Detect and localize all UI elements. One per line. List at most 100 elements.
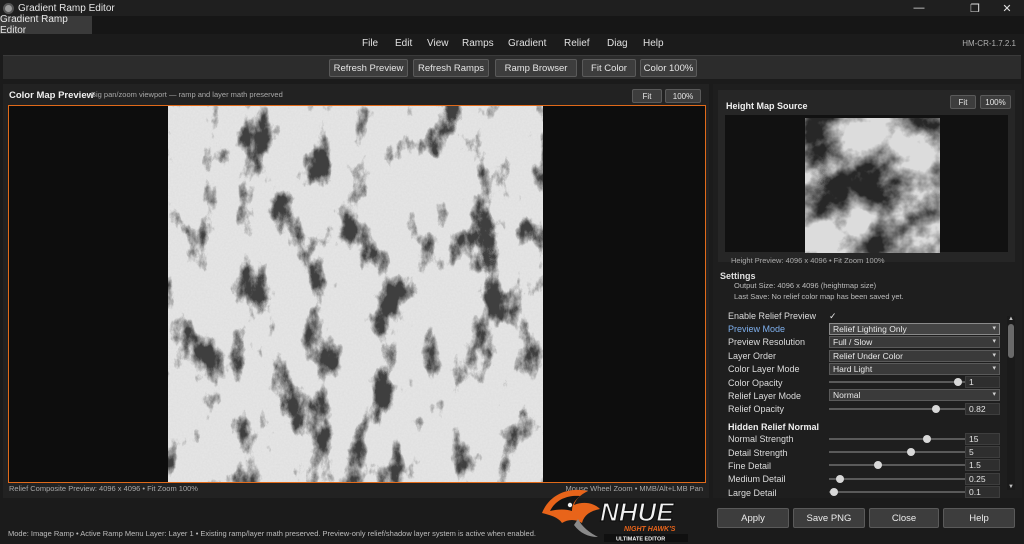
color-zoom-button[interactable]: 100% <box>665 89 701 103</box>
right-panel: Height Map Source Fit 100% Height Previe… <box>713 84 1022 498</box>
status-text: Mode: Image Ramp • Active Ramp Menu Laye… <box>8 529 536 538</box>
scrollbar-thumb[interactable] <box>1008 324 1014 358</box>
slider-handle[interactable] <box>873 461 882 469</box>
relief-layer-mode-value: Normal <box>833 390 861 400</box>
menu-ramps[interactable]: Ramps <box>462 34 494 54</box>
menu-gradient[interactable]: Gradient <box>508 34 546 54</box>
slider-handle[interactable] <box>932 405 941 413</box>
normal-strength-value[interactable]: 15 <box>965 433 1000 445</box>
layer-order-value: Relief Under Color <box>833 351 903 361</box>
apply-button[interactable]: Apply <box>717 508 789 528</box>
color-opacity-slider[interactable] <box>829 376 965 388</box>
menu-edit[interactable]: Edit <box>395 34 412 54</box>
detail-strength-label: Detail Strength <box>728 448 788 458</box>
layer-order-select[interactable]: Relief Under Color ▾ <box>829 350 1000 362</box>
normal-strength-label: Normal Strength <box>728 434 794 444</box>
menu-view[interactable]: View <box>427 34 449 54</box>
preview-mode-select[interactable]: Relief Lighting Only ▾ <box>829 323 1000 335</box>
fit-color-button[interactable]: Fit Color <box>582 59 636 77</box>
preview-resolution-select[interactable]: Full / Slow ▾ <box>829 336 1000 348</box>
tab-gradient-ramp-editor[interactable]: Gradient Ramp Editor <box>0 14 92 36</box>
preview-mode-label: Preview Mode <box>728 324 786 334</box>
height-zoom-button[interactable]: 100% <box>980 95 1011 109</box>
settings-title: Settings <box>720 271 756 281</box>
chevron-down-icon: ▾ <box>992 325 996 332</box>
color-map-footer: Relief Composite Preview: 4096 x 4096 • … <box>9 484 198 493</box>
minimize-icon[interactable]: — <box>904 0 934 16</box>
help-button[interactable]: Help <box>943 508 1015 528</box>
chevron-down-icon: ▾ <box>992 352 996 359</box>
menu-help[interactable]: Help <box>643 34 664 54</box>
settings-scrollbar[interactable]: ▲ ▼ <box>1007 316 1015 490</box>
color-map-panel: Color Map Preview Big pan/zoom viewport … <box>3 84 709 498</box>
relief-opacity-label: Relief Opacity <box>728 404 785 414</box>
detail-strength-slider[interactable] <box>829 446 965 458</box>
last-save-info: Last Save: No relief color map has been … <box>734 292 904 301</box>
hawk-logo-icon: NHUE NIGHT HAWK'S ULTIMATE EDITOR <box>542 489 688 543</box>
logo-sub-text: NIGHT HAWK'S <box>624 526 676 533</box>
scroll-down-icon[interactable]: ▼ <box>1007 484 1015 490</box>
medium-detail-value[interactable]: 0.25 <box>965 473 1000 485</box>
menu-relief[interactable]: Relief <box>564 34 590 54</box>
toolbar: Refresh Preview Refresh Ramps Ramp Brows… <box>3 55 1021 79</box>
medium-detail-label: Medium Detail <box>728 474 786 484</box>
relief-opacity-value[interactable]: 0.82 <box>965 403 1000 415</box>
enable-relief-label: Enable Relief Preview <box>728 311 817 321</box>
large-detail-value[interactable]: 0.1 <box>965 486 1000 498</box>
close-icon[interactable]: ✕ <box>992 0 1022 16</box>
height-map-viewport[interactable] <box>725 115 1008 253</box>
height-map-footer: Height Preview: 4096 x 4096 • Fit Zoom 1… <box>731 256 885 265</box>
close-button[interactable]: Close <box>869 508 939 528</box>
refresh-ramps-button[interactable]: Refresh Ramps <box>413 59 489 77</box>
save-png-button[interactable]: Save PNG <box>793 508 865 528</box>
preview-resolution-value: Full / Slow <box>833 337 873 347</box>
medium-detail-slider[interactable] <box>829 473 965 485</box>
slider-handle[interactable] <box>954 378 963 386</box>
title-bar: Gradient Ramp Editor — ❐ ✕ <box>0 0 1024 16</box>
height-map-box: Height Map Source Fit 100% Height Previe… <box>718 90 1015 265</box>
scroll-up-icon[interactable]: ▲ <box>1007 316 1015 322</box>
color-layer-mode-value: Hard Light <box>833 364 873 374</box>
height-fit-button[interactable]: Fit <box>950 95 976 109</box>
menu-file[interactable]: File <box>362 34 378 54</box>
color-layer-mode-select[interactable]: Hard Light ▾ <box>829 363 1000 375</box>
menu-bar: File Edit View Ramps Gradient Relief Dia… <box>0 34 1024 54</box>
ramp-browser-button[interactable]: Ramp Browser <box>495 59 577 77</box>
nhue-logo: NHUE NIGHT HAWK'S ULTIMATE EDITOR <box>540 483 704 544</box>
color-fit-button[interactable]: Fit <box>632 89 662 103</box>
color-layer-mode-label: Color Layer Mode <box>728 364 800 374</box>
fine-detail-value[interactable]: 1.5 <box>965 459 1000 471</box>
relief-texture <box>168 106 543 482</box>
hidden-relief-title: Hidden Relief Normal <box>728 422 820 432</box>
tab-bar: Gradient Ramp Editor <box>0 14 1024 36</box>
chevron-down-icon: ▾ <box>992 338 996 345</box>
preview-resolution-label: Preview Resolution <box>728 337 806 347</box>
slider-handle[interactable] <box>835 475 844 483</box>
large-detail-label: Large Detail <box>728 488 777 498</box>
logo-main-text: NHUE <box>600 497 674 527</box>
large-detail-slider[interactable] <box>829 486 965 498</box>
normal-strength-slider[interactable] <box>829 433 965 445</box>
menu-diag[interactable]: Diag <box>607 34 628 54</box>
restore-icon[interactable]: ❐ <box>960 0 990 16</box>
refresh-preview-button[interactable]: Refresh Preview <box>329 59 408 77</box>
window-title: Gradient Ramp Editor <box>18 2 115 14</box>
color-100-button[interactable]: Color 100% <box>640 59 697 77</box>
slider-handle[interactable] <box>906 448 915 456</box>
detail-strength-value[interactable]: 5 <box>965 446 1000 458</box>
color-map-title: Color Map Preview <box>9 90 94 101</box>
color-opacity-value[interactable]: 1 <box>965 376 1000 388</box>
slider-handle[interactable] <box>830 488 839 496</box>
relief-layer-mode-select[interactable]: Normal ▾ <box>829 389 1000 401</box>
layer-order-label: Layer Order <box>728 351 777 361</box>
color-map-viewport[interactable] <box>8 105 706 483</box>
color-opacity-label: Color Opacity <box>728 378 783 388</box>
relief-opacity-slider[interactable] <box>829 403 965 415</box>
fine-detail-label: Fine Detail <box>728 461 772 471</box>
slider-handle[interactable] <box>922 435 931 443</box>
height-map-image <box>805 118 940 253</box>
fine-detail-slider[interactable] <box>829 459 965 471</box>
enable-relief-checkbox[interactable]: ✓ <box>829 311 839 321</box>
version-label: HM-CR-1.7.2.1 <box>962 39 1016 48</box>
relief-layer-mode-label: Relief Layer Mode <box>728 391 802 401</box>
